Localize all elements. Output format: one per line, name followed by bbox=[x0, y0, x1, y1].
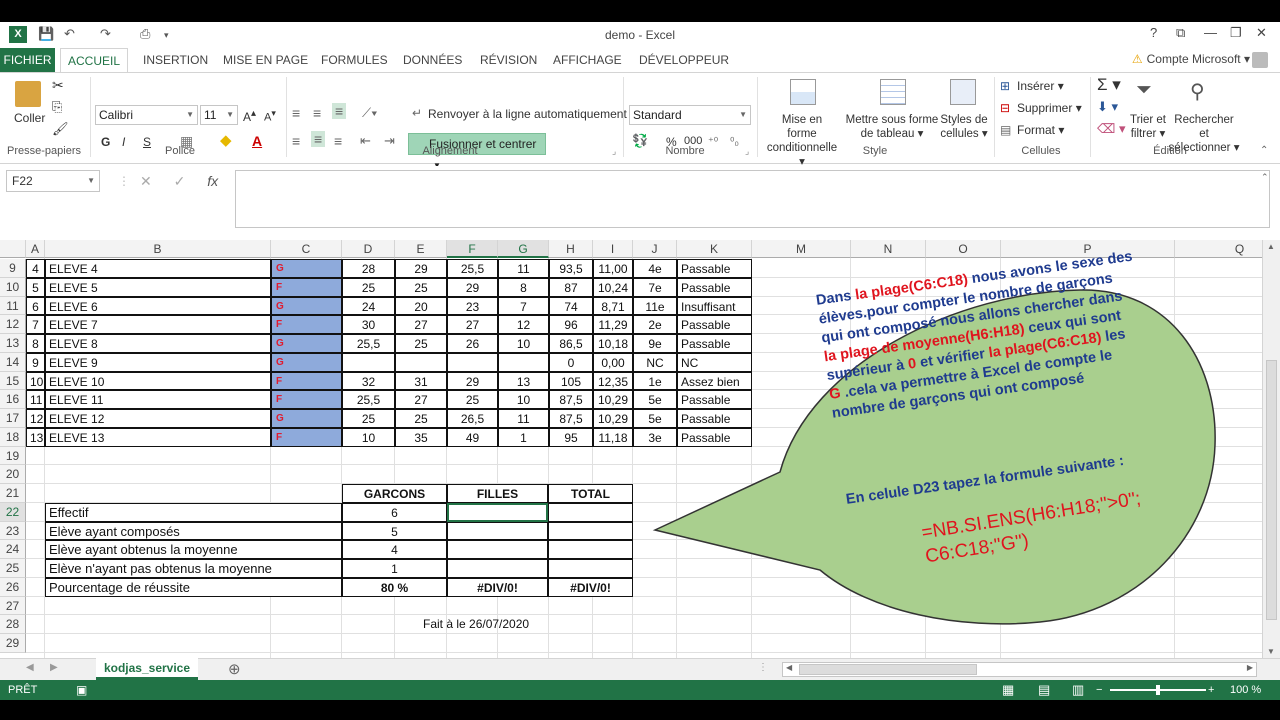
add-sheet-icon[interactable]: ⊕ bbox=[228, 660, 241, 678]
zoom-slider-thumb[interactable] bbox=[1156, 685, 1160, 695]
macro-record-icon[interactable]: ▣ bbox=[76, 680, 87, 700]
sheet-split-icon[interactable]: ⋮ bbox=[758, 662, 768, 673]
zoom-out-icon[interactable]: − bbox=[1096, 680, 1102, 700]
scroll-down-icon[interactable]: ▼ bbox=[1267, 647, 1275, 656]
next-sheet-icon[interactable]: ▶ bbox=[50, 662, 58, 673]
excel-window: X 💾 ↶ ↷ ⎙ ▾ demo - Excel ? ⧉ — ❐ ✕ FICHI… bbox=[0, 22, 1280, 700]
vertical-scroll-thumb[interactable] bbox=[1266, 360, 1277, 620]
vertical-scrollbar[interactable]: ▲ ▼ bbox=[1262, 240, 1280, 658]
sheet-tab-active[interactable]: kodjas_service bbox=[96, 658, 198, 680]
scroll-up-icon[interactable]: ▲ bbox=[1267, 242, 1275, 251]
normal-view-icon[interactable]: ▦ bbox=[1002, 680, 1014, 700]
bubble-line5e: les bbox=[1100, 326, 1127, 346]
sheet-tab-bar: ◀ ▶ kodjas_service ⊕ ⋮ ◀ ▶ bbox=[0, 658, 1280, 680]
scroll-right-icon[interactable]: ▶ bbox=[1247, 663, 1253, 672]
zoom-in-icon[interactable]: + bbox=[1208, 680, 1214, 700]
zoom-level[interactable]: 100 % bbox=[1230, 680, 1261, 700]
page-break-icon[interactable]: ▥ bbox=[1072, 680, 1084, 700]
status-ready: PRÊT bbox=[8, 684, 38, 696]
horizontal-scroll-thumb[interactable] bbox=[799, 664, 977, 675]
scroll-left-icon[interactable]: ◀ bbox=[786, 663, 792, 672]
page-layout-icon[interactable]: ▤ bbox=[1038, 680, 1050, 700]
status-bar: PRÊT ▣ ▦ ▤ ▥ − + 100 % bbox=[0, 680, 1280, 700]
prev-sheet-icon[interactable]: ◀ bbox=[26, 662, 34, 673]
horizontal-scrollbar[interactable]: ◀ ▶ bbox=[782, 662, 1257, 677]
